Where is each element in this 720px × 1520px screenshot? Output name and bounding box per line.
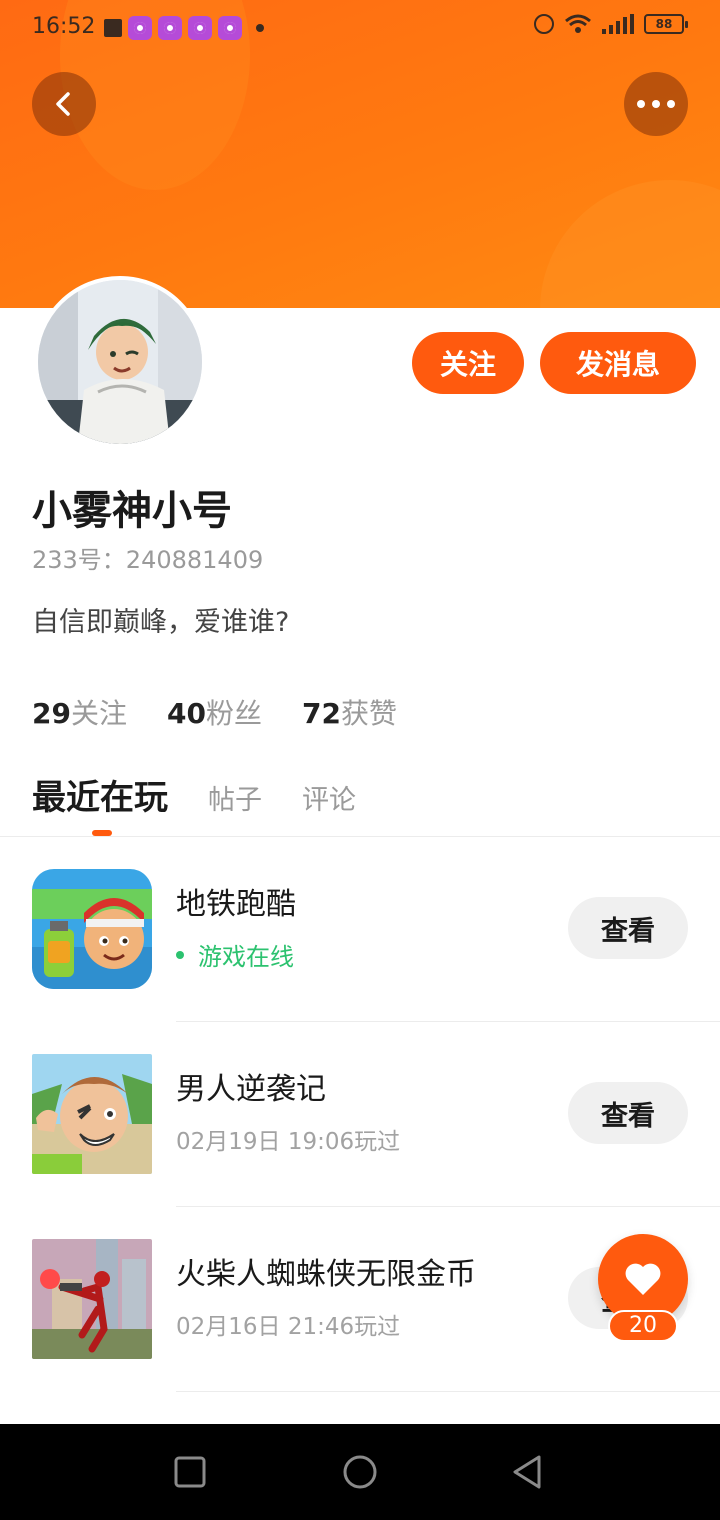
username: 小雾神小号 xyxy=(32,488,232,534)
chevron-left-icon xyxy=(56,92,70,116)
status-bar: 16:52 88 xyxy=(0,0,720,56)
like-count-badge: 20 xyxy=(608,1310,678,1342)
app-notification-icon xyxy=(218,16,242,40)
more-options-button[interactable] xyxy=(624,72,688,136)
recent-apps-icon[interactable] xyxy=(170,1452,210,1492)
heart-icon xyxy=(625,1263,661,1295)
game-thumbnail xyxy=(32,1239,152,1359)
stat-number: 29 xyxy=(32,697,71,730)
image-icon xyxy=(104,19,122,37)
tab-comments[interactable]: 评论 xyxy=(302,778,356,817)
send-message-button[interactable]: 发消息 xyxy=(540,332,696,394)
app-notification-icon xyxy=(158,16,182,40)
stat-label: 关注 xyxy=(70,697,127,730)
game-title: 地铁跑酷 xyxy=(176,887,296,922)
online-status-label: 游戏在线 xyxy=(198,943,294,971)
status-time: 16:52 xyxy=(32,14,96,39)
banner-decoration xyxy=(540,180,720,308)
follow-button[interactable]: 关注 xyxy=(412,332,524,394)
wifi-icon xyxy=(564,14,592,34)
battery-icon: 88 xyxy=(644,14,688,34)
avatar-image xyxy=(38,280,202,444)
stat-followers[interactable]: 40 粉丝 xyxy=(167,692,262,732)
game-icon-stickman-spider[interactable] xyxy=(32,1239,152,1359)
online-status: 游戏在线 xyxy=(176,937,294,972)
game-title: 火柴人蜘蛛侠无限金币 xyxy=(176,1257,476,1292)
view-game-button[interactable]: 查看 xyxy=(568,1082,688,1144)
game-title: 男人逆袭记 xyxy=(176,1072,326,1107)
notification-icons xyxy=(104,16,264,40)
tab-posts[interactable]: 帖子 xyxy=(208,778,262,817)
last-played-time: 02月19日 19:06玩过 xyxy=(176,1129,401,1155)
back-nav-icon[interactable] xyxy=(508,1452,548,1492)
game-list-item[interactable]: 男人逆袭记 02月19日 19:06玩过 查看 xyxy=(0,1022,720,1206)
game-icon-subway-surfers[interactable] xyxy=(32,869,152,989)
user-id: 233号：240881409 xyxy=(32,546,264,574)
game-icon-man-comeback[interactable] xyxy=(32,1054,152,1174)
stat-following[interactable]: 29 关注 xyxy=(32,692,127,732)
app-notification-icon xyxy=(188,16,212,40)
divider xyxy=(176,1391,720,1392)
app-notification-icon xyxy=(128,16,152,40)
game-thumbnail xyxy=(32,1054,152,1174)
stat-likes[interactable]: 72 获赞 xyxy=(302,692,397,732)
profile-tabs: 最近在玩 帖子 评论 xyxy=(32,770,396,819)
home-icon[interactable] xyxy=(340,1452,380,1492)
view-game-button[interactable]: 查看 xyxy=(568,897,688,959)
tab-recently-played[interactable]: 最近在玩 xyxy=(32,770,168,819)
last-played-time: 02月16日 21:46玩过 xyxy=(176,1314,401,1340)
user-bio: 自信即巅峰，爱谁谁? xyxy=(32,607,290,638)
more-dots-icon xyxy=(637,100,675,108)
stat-label: 粉丝 xyxy=(205,697,262,730)
status-right-icons: 88 xyxy=(534,14,688,34)
stat-number: 72 xyxy=(301,697,341,730)
online-dot-icon xyxy=(176,950,184,959)
system-navigation-bar xyxy=(0,1424,720,1520)
avatar[interactable] xyxy=(34,276,206,448)
stat-label: 获赞 xyxy=(340,697,397,730)
stat-number: 40 xyxy=(166,697,206,730)
alarm-icon xyxy=(534,14,554,34)
game-thumbnail xyxy=(32,869,152,989)
signal-icon xyxy=(602,14,634,34)
game-list-item[interactable]: 地铁跑酷 游戏在线 查看 xyxy=(0,837,720,1021)
back-button[interactable] xyxy=(32,72,96,136)
more-notifications-dot xyxy=(256,24,264,32)
profile-stats: 29 关注 40 粉丝 72 获赞 xyxy=(32,692,397,732)
